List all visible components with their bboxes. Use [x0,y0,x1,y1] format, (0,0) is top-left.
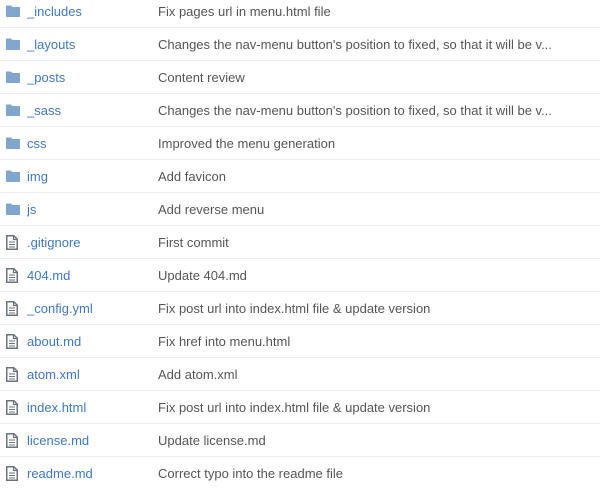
folder-row: _includes Fix pages url in menu.html file [0,0,600,28]
folder-name-link[interactable]: img [27,169,48,184]
file-icon [0,292,27,324]
file-name-link[interactable]: readme.md [27,466,93,481]
file-name-link[interactable]: 404.md [27,268,70,283]
file-name-link[interactable]: atom.xml [27,367,80,382]
folder-name-link[interactable]: _posts [27,70,65,85]
file-icon [0,325,27,357]
folder-icon [0,61,27,93]
file-name-link[interactable]: license.md [27,433,89,448]
commit-message-link[interactable]: Fix post url into index.html file & upda… [158,400,430,415]
commit-message-link[interactable]: First commit [158,235,229,250]
folder-icon [0,28,27,60]
file-row: license.md Update license.md [0,424,600,457]
commit-message-link[interactable]: Add atom.xml [158,367,237,382]
folder-icon [0,0,27,27]
folder-name-link[interactable]: _sass [27,103,61,118]
file-row: atom.xml Add atom.xml [0,358,600,391]
folder-name-link[interactable]: js [27,202,36,217]
folder-row: img Add favicon [0,160,600,193]
file-list: _includes Fix pages url in menu.html file… [0,0,600,490]
commit-message-link[interactable]: Fix pages url in menu.html file [158,4,331,19]
file-icon [0,259,27,291]
folder-icon [0,193,27,225]
folder-row: _posts Content review [0,61,600,94]
commit-message-link[interactable]: Changes the nav-menu button's position t… [158,37,552,52]
commit-message-link[interactable]: Update license.md [158,433,266,448]
file-row: _config.yml Fix post url into index.html … [0,292,600,325]
folder-icon [0,160,27,192]
commit-message-link[interactable]: Add favicon [158,169,226,184]
file-icon [0,358,27,390]
folder-row: js Add reverse menu [0,193,600,226]
file-row: about.md Fix href into menu.html [0,325,600,358]
folder-icon [0,94,27,126]
file-icon [0,226,27,258]
folder-row: _sass Changes the nav-menu button's posit… [0,94,600,127]
folder-row: _layouts Changes the nav-menu button's po… [0,28,600,61]
file-name-link[interactable]: .gitignore [27,235,80,250]
file-row: .gitignore First commit [0,226,600,259]
commit-message-link[interactable]: Correct typo into the readme file [158,466,343,481]
folder-icon [0,127,27,159]
file-name-link[interactable]: about.md [27,334,81,349]
file-row: index.html Fix post url into index.html f… [0,391,600,424]
file-name-link[interactable]: index.html [27,400,86,415]
commit-message-link[interactable]: Fix href into menu.html [158,334,290,349]
file-icon [0,424,27,456]
commit-message-link[interactable]: Content review [158,70,245,85]
file-name-link[interactable]: _config.yml [27,301,93,316]
folder-name-link[interactable]: css [27,136,47,151]
file-icon [0,457,27,490]
commit-message-link[interactable]: Add reverse menu [158,202,264,217]
commit-message-link[interactable]: Changes the nav-menu button's position t… [158,103,552,118]
commit-message-link[interactable]: Fix post url into index.html file & upda… [158,301,430,316]
commit-message-link[interactable]: Update 404.md [158,268,247,283]
file-row: readme.md Correct typo into the readme fi… [0,457,600,490]
commit-message-link[interactable]: Improved the menu generation [158,136,335,151]
folder-name-link[interactable]: _includes [27,4,82,19]
file-icon [0,391,27,423]
folder-row: css Improved the menu generation [0,127,600,160]
file-row: 404.md Update 404.md [0,259,600,292]
folder-name-link[interactable]: _layouts [27,37,75,52]
